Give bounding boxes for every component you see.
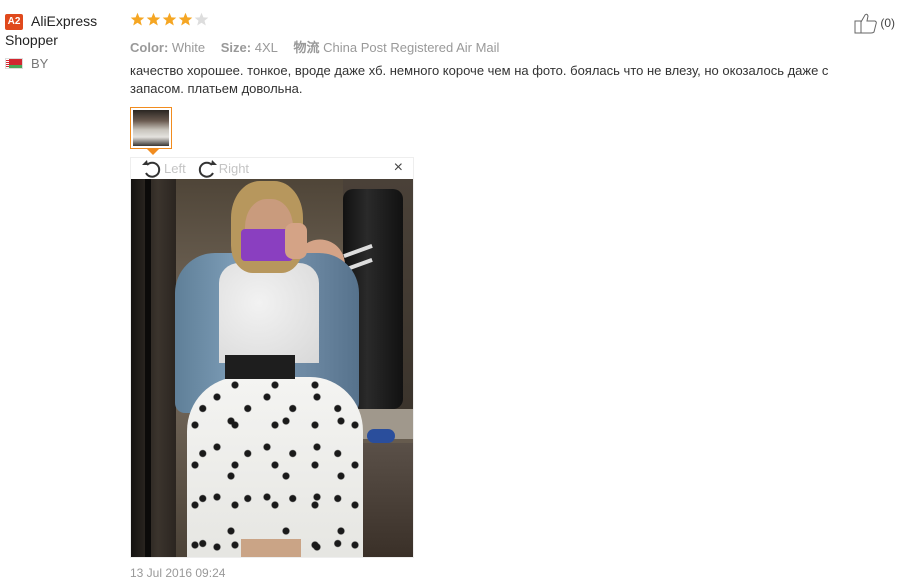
reviewer-name: AliExpress xyxy=(31,13,98,29)
size-value: 4XL xyxy=(254,40,278,55)
rotate-right-icon xyxy=(198,159,217,178)
reviewer-name-line2: Shopper xyxy=(5,32,58,48)
logistics-label: 物流 xyxy=(293,40,320,55)
star-filled-icon xyxy=(178,12,193,26)
rotate-left-button[interactable]: Left xyxy=(141,159,186,179)
color-label: Color: xyxy=(130,40,169,55)
reviewer-panel: A2 AliExpress Shopper BY xyxy=(5,12,120,71)
review-date: 13 Jul 2016 09:24 xyxy=(130,566,226,580)
star-rating xyxy=(130,12,890,29)
helpful-count: (0) xyxy=(880,16,895,30)
review-text: качество хорошее. тонкое, вроде даже хб.… xyxy=(130,63,829,96)
review-body: Color: White Size: 4XL 物流 China Post Reg… xyxy=(130,12,890,558)
color-value: White xyxy=(171,40,206,55)
thumbs-up-icon xyxy=(854,13,878,34)
rotate-right-label: Right xyxy=(218,161,250,176)
close-viewer-button[interactable]: × xyxy=(394,159,403,177)
belarus-flag-icon xyxy=(5,58,23,69)
reviewer-header: A2 AliExpress xyxy=(5,12,120,31)
logistics-value: China Post Registered Air Mail xyxy=(323,40,500,55)
star-filled-icon xyxy=(130,12,145,26)
star-filled-icon xyxy=(146,12,161,26)
helpful-button[interactable]: (0) xyxy=(854,12,895,34)
rotate-left-icon xyxy=(142,159,161,178)
photo-viewer: Left Right × xyxy=(130,157,414,558)
thumbnail-image xyxy=(133,110,169,146)
rotate-right-button[interactable]: Right xyxy=(196,159,249,179)
level-badge: A2 xyxy=(5,14,23,30)
review-photo xyxy=(131,179,413,557)
reviewer-country: BY xyxy=(5,56,120,71)
review-photo-thumbnail[interactable] xyxy=(130,107,172,155)
viewer-toolbar: Left Right × xyxy=(131,158,413,179)
order-info: Color: White Size: 4XL 物流 China Post Reg… xyxy=(130,37,890,56)
rotate-left-label: Left xyxy=(164,161,186,176)
thumbnail-pointer xyxy=(147,149,159,155)
star-empty-icon xyxy=(194,12,209,26)
star-filled-icon xyxy=(162,12,177,26)
size-label: Size: xyxy=(220,40,252,55)
country-code: BY xyxy=(31,56,49,71)
